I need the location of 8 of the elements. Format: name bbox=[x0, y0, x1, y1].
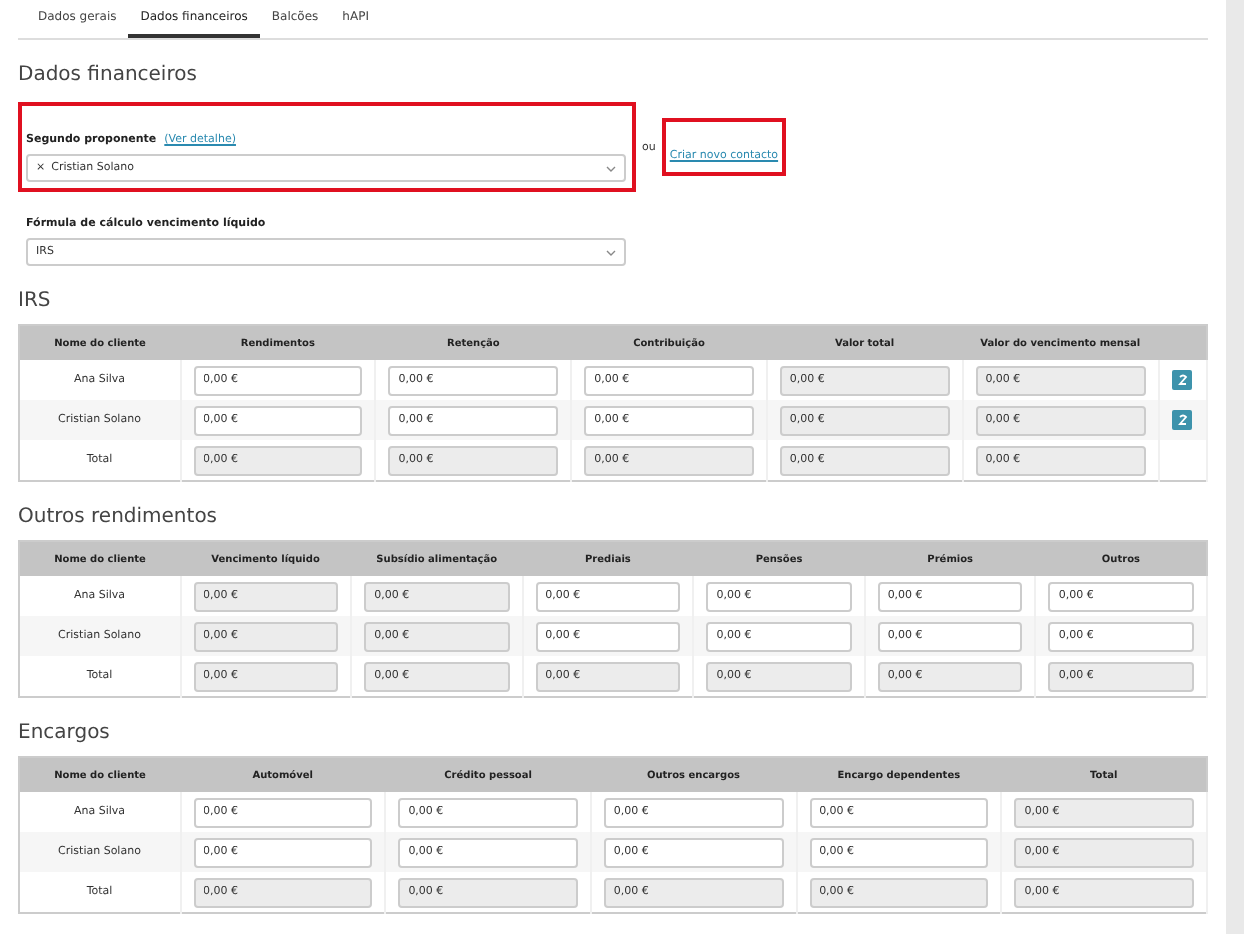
section-title: Encargos bbox=[18, 722, 112, 744]
chevron-down-icon bbox=[606, 249, 616, 255]
page-title: Dados financeiros bbox=[18, 64, 199, 86]
section-title: Outros rendimentos bbox=[18, 506, 220, 528]
section-title: IRS bbox=[18, 290, 53, 312]
row-action-button[interactable] bbox=[1172, 370, 1193, 390]
chevron-down-icon bbox=[606, 165, 616, 171]
row-action-button[interactable] bbox=[1172, 410, 1193, 430]
